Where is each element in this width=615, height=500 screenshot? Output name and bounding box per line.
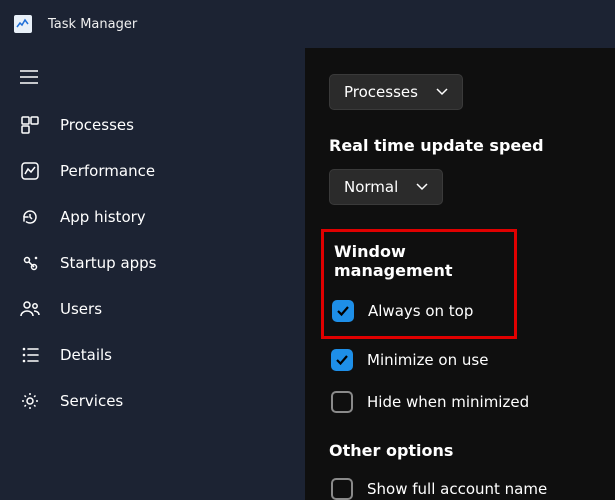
checkbox-checked-icon xyxy=(331,349,353,371)
chevron-down-icon xyxy=(416,181,428,193)
update-speed-title: Real time update speed xyxy=(329,136,595,155)
select-value: Processes xyxy=(344,83,418,101)
update-speed-select[interactable]: Normal xyxy=(329,169,443,205)
sidebar-item-performance[interactable]: Performance xyxy=(0,148,305,194)
app-title: Task Manager xyxy=(48,17,137,32)
startup-icon xyxy=(20,253,40,273)
window-management-rest: Minimize on use Hide when minimized xyxy=(329,345,595,417)
window-management-title: Window management xyxy=(330,242,504,280)
hamburger-button[interactable] xyxy=(0,60,305,102)
checkbox-unchecked-icon xyxy=(331,391,353,413)
history-icon xyxy=(20,207,40,227)
hide-when-minimized-row[interactable]: Hide when minimized xyxy=(329,387,595,417)
sidebar-item-label: Performance xyxy=(60,162,155,180)
sidebar-item-services[interactable]: Services xyxy=(0,378,305,424)
checkbox-label: Hide when minimized xyxy=(367,393,529,411)
checkbox-label: Show full account name xyxy=(367,480,547,498)
grid-icon xyxy=(20,115,40,135)
highlight-box: Window management Always on top xyxy=(321,229,517,339)
checkbox-label: Always on top xyxy=(368,302,473,320)
app-icon xyxy=(14,15,32,33)
sidebar-item-label: Users xyxy=(60,300,102,318)
sidebar-item-processes[interactable]: Processes xyxy=(0,102,305,148)
other-options-group: Other options Show full account name xyxy=(329,441,595,500)
checkbox-unchecked-icon xyxy=(331,478,353,500)
sidebar-item-users[interactable]: Users xyxy=(0,286,305,332)
checkbox-label: Minimize on use xyxy=(367,351,488,369)
chevron-down-icon xyxy=(436,86,448,98)
sidebar-item-startup-apps[interactable]: Startup apps xyxy=(0,240,305,286)
sidebar-item-app-history[interactable]: App history xyxy=(0,194,305,240)
sidebar: Processes Performance App history xyxy=(0,48,305,500)
sidebar-item-label: App history xyxy=(60,208,146,226)
sidebar-item-label: Details xyxy=(60,346,112,364)
minimize-on-use-row[interactable]: Minimize on use xyxy=(329,345,595,375)
sidebar-item-details[interactable]: Details xyxy=(0,332,305,378)
performance-icon xyxy=(20,161,40,181)
update-speed-group: Real time update speed Normal xyxy=(329,136,595,205)
services-icon xyxy=(20,391,40,411)
checkbox-checked-icon xyxy=(332,300,354,322)
details-icon xyxy=(20,345,40,365)
select-value: Normal xyxy=(344,178,398,196)
show-full-account-row[interactable]: Show full account name xyxy=(329,474,595,500)
default-page-select[interactable]: Processes xyxy=(329,74,463,110)
sidebar-item-label: Services xyxy=(60,392,123,410)
sidebar-item-label: Startup apps xyxy=(60,254,157,272)
users-icon xyxy=(20,299,40,319)
other-options-title: Other options xyxy=(329,441,595,460)
titlebar: Task Manager xyxy=(0,0,615,48)
sidebar-item-label: Processes xyxy=(60,116,134,134)
settings-panel: Processes Real time update speed Normal … xyxy=(305,48,615,500)
always-on-top-row[interactable]: Always on top xyxy=(330,296,504,326)
